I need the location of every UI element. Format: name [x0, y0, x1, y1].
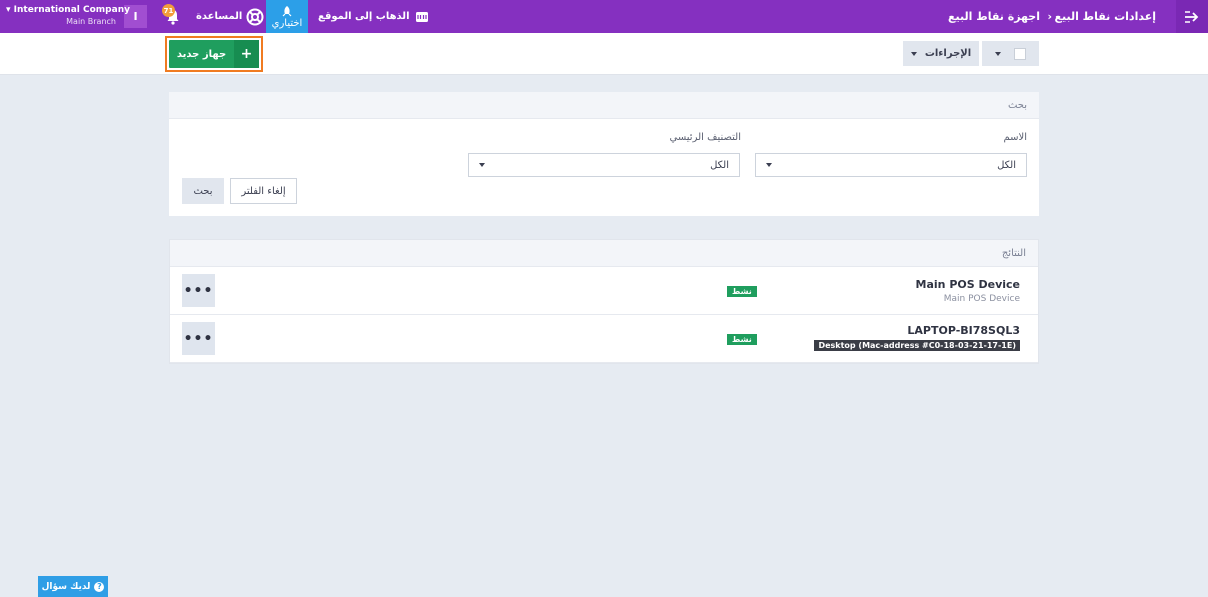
help-label: المساعدة: [196, 11, 243, 22]
actions-label: الإجراءات: [924, 48, 972, 59]
ask-question-label: لديك سؤال: [41, 581, 91, 592]
exit-arrow-icon: [1185, 10, 1199, 23]
results-title: النتائج: [1001, 247, 1026, 259]
exit-button[interactable]: [1176, 0, 1208, 33]
company-switcher[interactable]: ▾ International Company Main Branch: [6, 5, 130, 27]
device-subtitle: Main POS Device: [943, 294, 1020, 304]
shortcuts-button[interactable]: اختياري: [266, 0, 308, 33]
table-row[interactable]: Main POS Device Main POS Device نشط •••: [170, 267, 1038, 315]
top-bar: إعدادات نقاط البيع › اجهزة نقاط البيع ال…: [0, 0, 1208, 33]
question-icon: ?: [94, 581, 105, 592]
results-header: النتائج: [170, 240, 1038, 267]
category-filter-value: الكل: [710, 159, 729, 171]
category-filter-select[interactable]: الكل: [468, 153, 740, 177]
lifebuoy-icon: [246, 8, 264, 25]
actions-dropdown[interactable]: الإجراءات: [903, 41, 979, 66]
caret-down-icon: [910, 51, 917, 56]
results-panel: النتائج Main POS Device Main POS Device …: [169, 239, 1039, 364]
search-button[interactable]: بحث: [182, 178, 224, 204]
chevron-left-icon: ›: [1047, 10, 1052, 23]
new-device-label: جهاز جديد: [176, 48, 227, 60]
store-icon: [415, 11, 428, 22]
device-mac-tag: Desktop (Mac-address #C0-18-03-21-17-1E): [814, 340, 1020, 351]
search-panel-header: بحث: [169, 92, 1039, 119]
shortcuts-label: اختياري: [271, 17, 303, 29]
table-row[interactable]: LAPTOP-BI78SQL3 Desktop (Mac-address #C0…: [170, 315, 1038, 363]
go-to-site-link[interactable]: الذهاب إلى الموقع: [318, 0, 429, 33]
select-all-dropdown[interactable]: [982, 41, 1039, 66]
select-all-checkbox[interactable]: [1014, 47, 1027, 60]
clear-filter-button[interactable]: إلغاء الفلتر: [230, 178, 297, 204]
status-badge: نشط: [727, 334, 757, 345]
breadcrumb-parent[interactable]: إعدادات نقاط البيع: [1054, 0, 1156, 33]
caret-down-icon: [766, 163, 772, 167]
breadcrumb-current: اجهزة نقاط البيع: [948, 10, 1040, 23]
name-filter-value: الكل: [997, 159, 1016, 171]
device-name[interactable]: LAPTOP-BI78SQL3: [907, 324, 1020, 337]
caret-down-icon: [479, 163, 485, 167]
branch-name: Main Branch: [66, 17, 116, 26]
plus-icon: +: [234, 40, 259, 68]
rocket-icon: [282, 5, 292, 16]
new-device-button[interactable]: + جهاز جديد: [169, 40, 259, 68]
notification-count-badge: 71: [162, 4, 175, 17]
go-to-site-label: الذهاب إلى الموقع: [318, 11, 410, 22]
search-panel: بحث الاسم الكل التصنيف الرئيسي الكل إلغا…: [169, 92, 1039, 216]
status-badge: نشط: [727, 286, 757, 297]
caret-down-icon: ▾: [6, 5, 14, 15]
company-name: International Company: [13, 5, 130, 15]
ask-question-button[interactable]: لديك سؤال ?: [38, 576, 108, 597]
name-filter-select[interactable]: الكل: [755, 153, 1027, 177]
category-filter-label: التصنيف الرئيسي: [669, 132, 741, 143]
caret-down-icon: [994, 51, 1001, 56]
help-menu[interactable]: المساعدة: [196, 0, 264, 33]
row-actions-button[interactable]: •••: [182, 274, 215, 307]
row-actions-button[interactable]: •••: [182, 322, 215, 355]
name-filter-label: الاسم: [1003, 132, 1027, 143]
device-name[interactable]: Main POS Device: [916, 278, 1020, 291]
search-panel-title: بحث: [1007, 99, 1027, 111]
